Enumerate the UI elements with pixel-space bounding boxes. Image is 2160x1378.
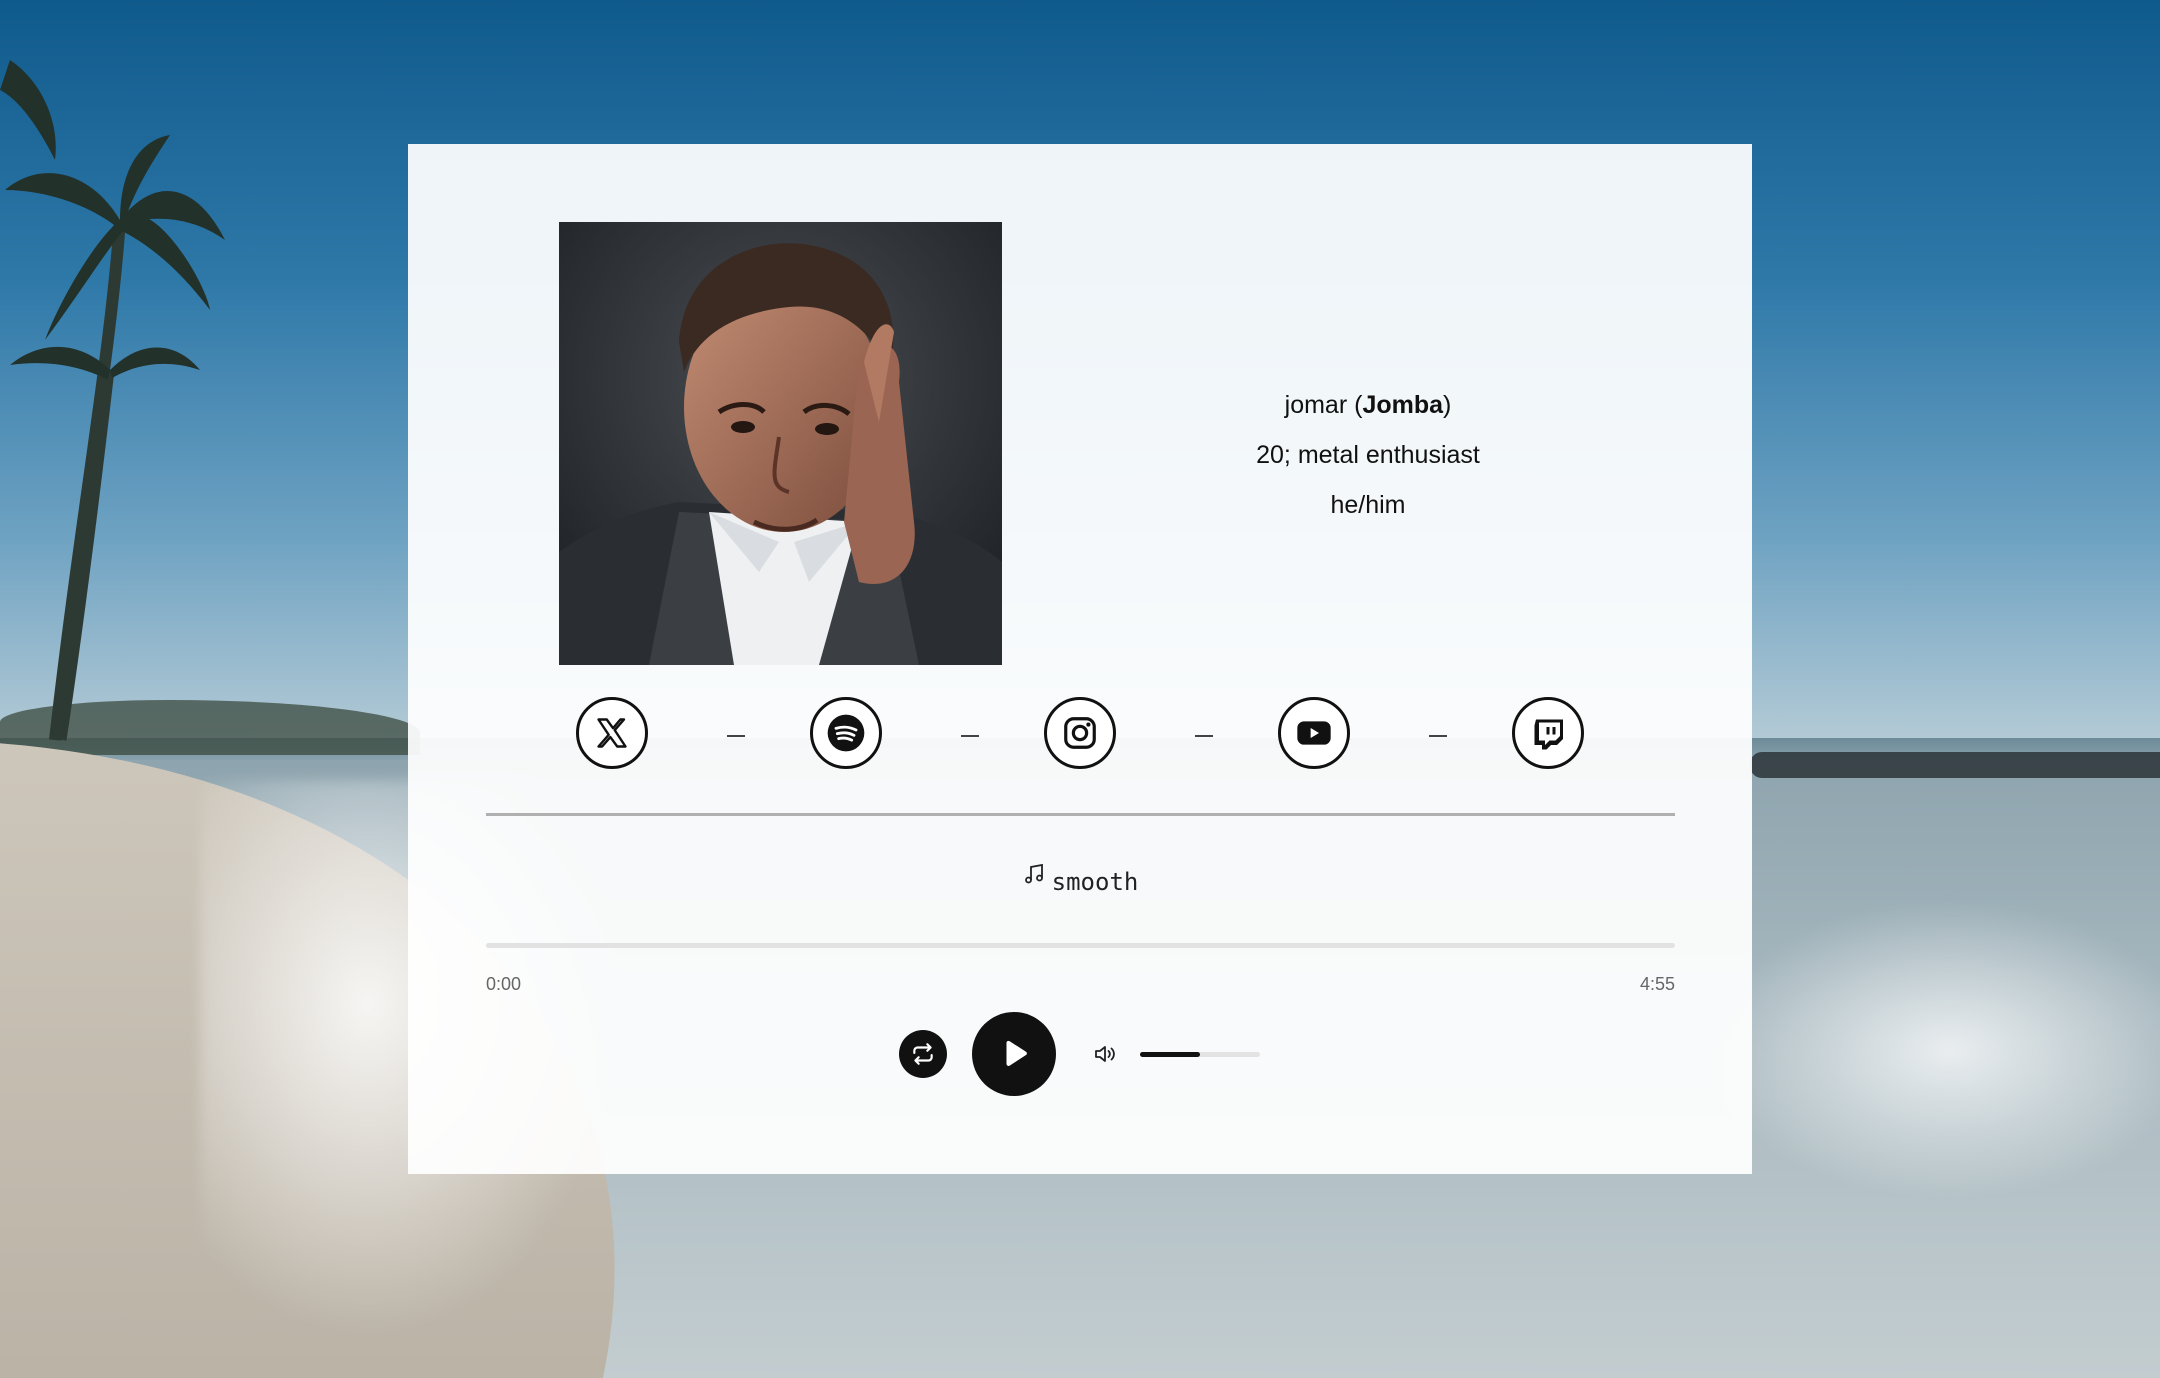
social-links [576,697,1586,773]
social-divider [1429,735,1447,737]
profile-bio: 20; metal enthusiast [1256,441,1480,469]
profile-info: jomar (Jomba) 20; metal enthusiast he/hi… [1148,380,1588,530]
twitch-icon [1534,719,1563,750]
volume-slider[interactable] [1140,1052,1260,1057]
progress-bar[interactable] [486,943,1675,948]
profile-name: jomar (Jomba) [1284,391,1452,419]
play-button[interactable] [972,1012,1056,1096]
profile-pronouns: he/him [1330,491,1406,519]
social-divider [961,735,979,737]
spotify-link[interactable] [810,697,882,769]
music-note-icon [1022,862,1046,892]
instagram-link[interactable] [1044,697,1116,769]
volume-icon[interactable] [1092,1042,1118,1066]
current-time: 0:00 [486,974,522,994]
player-controls [408,1012,1752,1102]
social-divider [1195,735,1213,737]
track-title: smooth [1051,868,1139,896]
repeat-icon [913,1043,933,1065]
palm-tree-graphic [0,60,225,741]
volume-fill [1140,1052,1200,1057]
instagram-icon [1064,717,1096,749]
play-icon [1006,1040,1027,1066]
section-divider [486,813,1675,816]
x-link[interactable] [576,697,648,769]
avatar [559,222,1002,665]
profile-card: jomar (Jomba) 20; metal enthusiast he/hi… [408,144,1752,1174]
duration: 4:55 [1639,974,1675,994]
x-icon [597,718,627,748]
repeat-button[interactable] [899,1030,947,1078]
social-divider [727,735,745,737]
youtube-icon [1297,721,1331,745]
youtube-link[interactable] [1278,697,1350,769]
track-info: smooth [408,863,1752,896]
spotify-icon [827,714,865,752]
twitch-link[interactable] [1512,697,1584,769]
profile-alias: Jomba [1362,391,1444,419]
